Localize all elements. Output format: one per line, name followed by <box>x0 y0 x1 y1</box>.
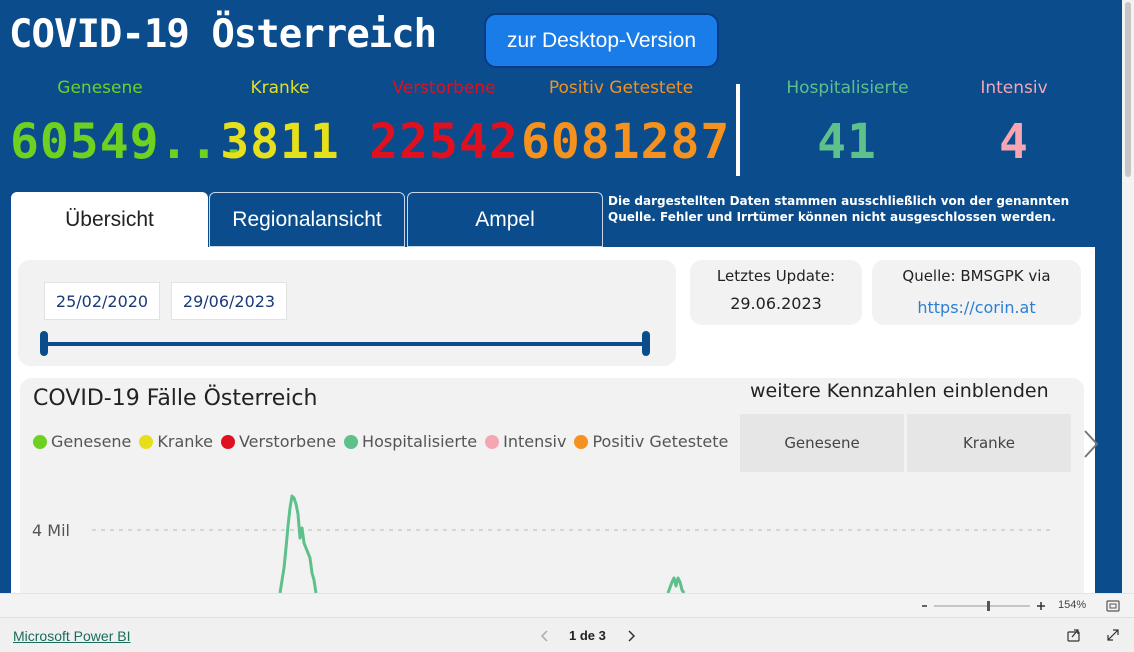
chart-title: COVID-19 Fälle Österreich <box>33 386 318 411</box>
kpi-positiv-label: Positiv Getestete <box>548 78 694 98</box>
previous-page-icon[interactable] <box>539 629 551 643</box>
tab-regionalansicht[interactable]: Regionalansicht <box>209 192 405 247</box>
slicer-button-genesene[interactable]: Genesene <box>740 414 904 472</box>
desktop-version-button[interactable]: zur Desktop-Version <box>484 13 719 68</box>
legend-item-kranke[interactable]: Kranke <box>139 432 213 451</box>
report-canvas: COVID-19 Österreich zur Desktop-Version … <box>0 0 1122 593</box>
tab-uebersicht[interactable]: Übersicht <box>11 192 208 247</box>
series-line-hospitalisierte-2 <box>666 576 686 593</box>
zoom-bar: 154% <box>0 593 1134 617</box>
zoom-slider[interactable] <box>918 596 1058 616</box>
legend-item-positiv[interactable]: Positiv Getestete <box>574 432 728 451</box>
page-indicator: 1 de 3 <box>569 628 606 643</box>
legend-item-genesene[interactable]: Genesene <box>33 432 131 451</box>
zoom-level: 154% <box>1058 599 1087 611</box>
scrollbar-thumb[interactable] <box>1125 2 1131 177</box>
y-tick-label: 4 Mil <box>32 521 70 540</box>
source-label: Quelle: BMSGPK via <box>902 267 1051 285</box>
disclaimer-text: Die dargestellten Daten stammen ausschli… <box>608 194 1070 224</box>
zoom-thumb <box>987 601 990 611</box>
start-date-input[interactable]: 25/02/2020 <box>44 282 160 320</box>
chart-legend: Genesene Kranke Verstorbene Hospitalisie… <box>33 432 736 451</box>
source-link[interactable]: https://corin.at <box>872 298 1081 317</box>
kpi-verstorbene-value: 22542 <box>369 114 519 170</box>
chevron-right-icon[interactable] <box>1080 428 1102 460</box>
legend-label: Verstorbene <box>238 432 337 451</box>
legend-item-hospitalisierte[interactable]: Hospitalisierte <box>344 432 477 451</box>
legend-dot-icon <box>139 434 154 449</box>
kpi-kranke-value: 3811 <box>220 114 340 170</box>
vertical-scrollbar[interactable] <box>1122 0 1134 593</box>
legend-dot-icon <box>220 434 235 449</box>
kpi-intensiv-label: Intensiv <box>980 78 1048 98</box>
series-line-hospitalisierte <box>278 494 318 593</box>
legend-dot-icon <box>574 434 589 449</box>
kpi-hospitalisierte-value: 41 <box>817 114 877 170</box>
last-update-value: 29.06.2023 <box>730 294 822 313</box>
kpi-genesene-label: Genesene <box>57 78 143 98</box>
fullscreen-icon[interactable] <box>1105 627 1121 643</box>
legend-dot-icon <box>485 434 500 449</box>
share-icon[interactable] <box>1066 627 1082 643</box>
legend-label: Hospitalisierte <box>362 432 478 451</box>
legend-label: Positiv Getestete <box>592 432 729 451</box>
kpi-kranke-label: Kranke <box>250 78 310 98</box>
kpi-intensiv-value: 4 <box>999 114 1029 170</box>
next-page-icon[interactable] <box>625 629 637 643</box>
kpi-genesene-value: 60549... <box>10 114 250 170</box>
last-update-label: Letztes Update: <box>716 267 836 285</box>
legend-item-verstorbene[interactable]: Verstorbene <box>220 432 337 451</box>
kpi-hospitalisierte-label: Hospitalisierte <box>786 78 909 98</box>
legend-label: Intensiv <box>503 432 567 451</box>
end-date-input[interactable]: 29/06/2023 <box>171 282 287 320</box>
legend-label: Genesene <box>51 432 132 451</box>
legend-dot-icon <box>344 434 359 449</box>
powerbi-footer: Microsoft Power BI 1 de 3 <box>0 617 1134 652</box>
more-kpis-title: weitere Kennzahlen einblenden <box>750 380 1049 402</box>
legend-dot-icon <box>33 434 47 449</box>
legend-label: Kranke <box>157 432 213 451</box>
slider-start-handle[interactable] <box>40 331 48 356</box>
date-range-slider[interactable] <box>42 342 649 346</box>
page-title: COVID-19 Österreich <box>9 12 437 57</box>
powerbi-link[interactable]: Microsoft Power BI <box>13 628 130 644</box>
slicer-button-kranke[interactable]: Kranke <box>907 414 1071 472</box>
fit-to-page-icon[interactable] <box>1105 598 1121 614</box>
kpi-divider <box>736 84 740 176</box>
tab-ampel[interactable]: Ampel <box>407 192 603 247</box>
kpi-positiv-value: 6081287 <box>521 114 731 170</box>
slider-end-handle[interactable] <box>642 331 650 356</box>
legend-item-intensiv[interactable]: Intensiv <box>485 432 566 451</box>
line-chart: 4 Mil <box>32 494 1052 593</box>
kpi-verstorbene-label: Verstorbene <box>392 78 496 98</box>
